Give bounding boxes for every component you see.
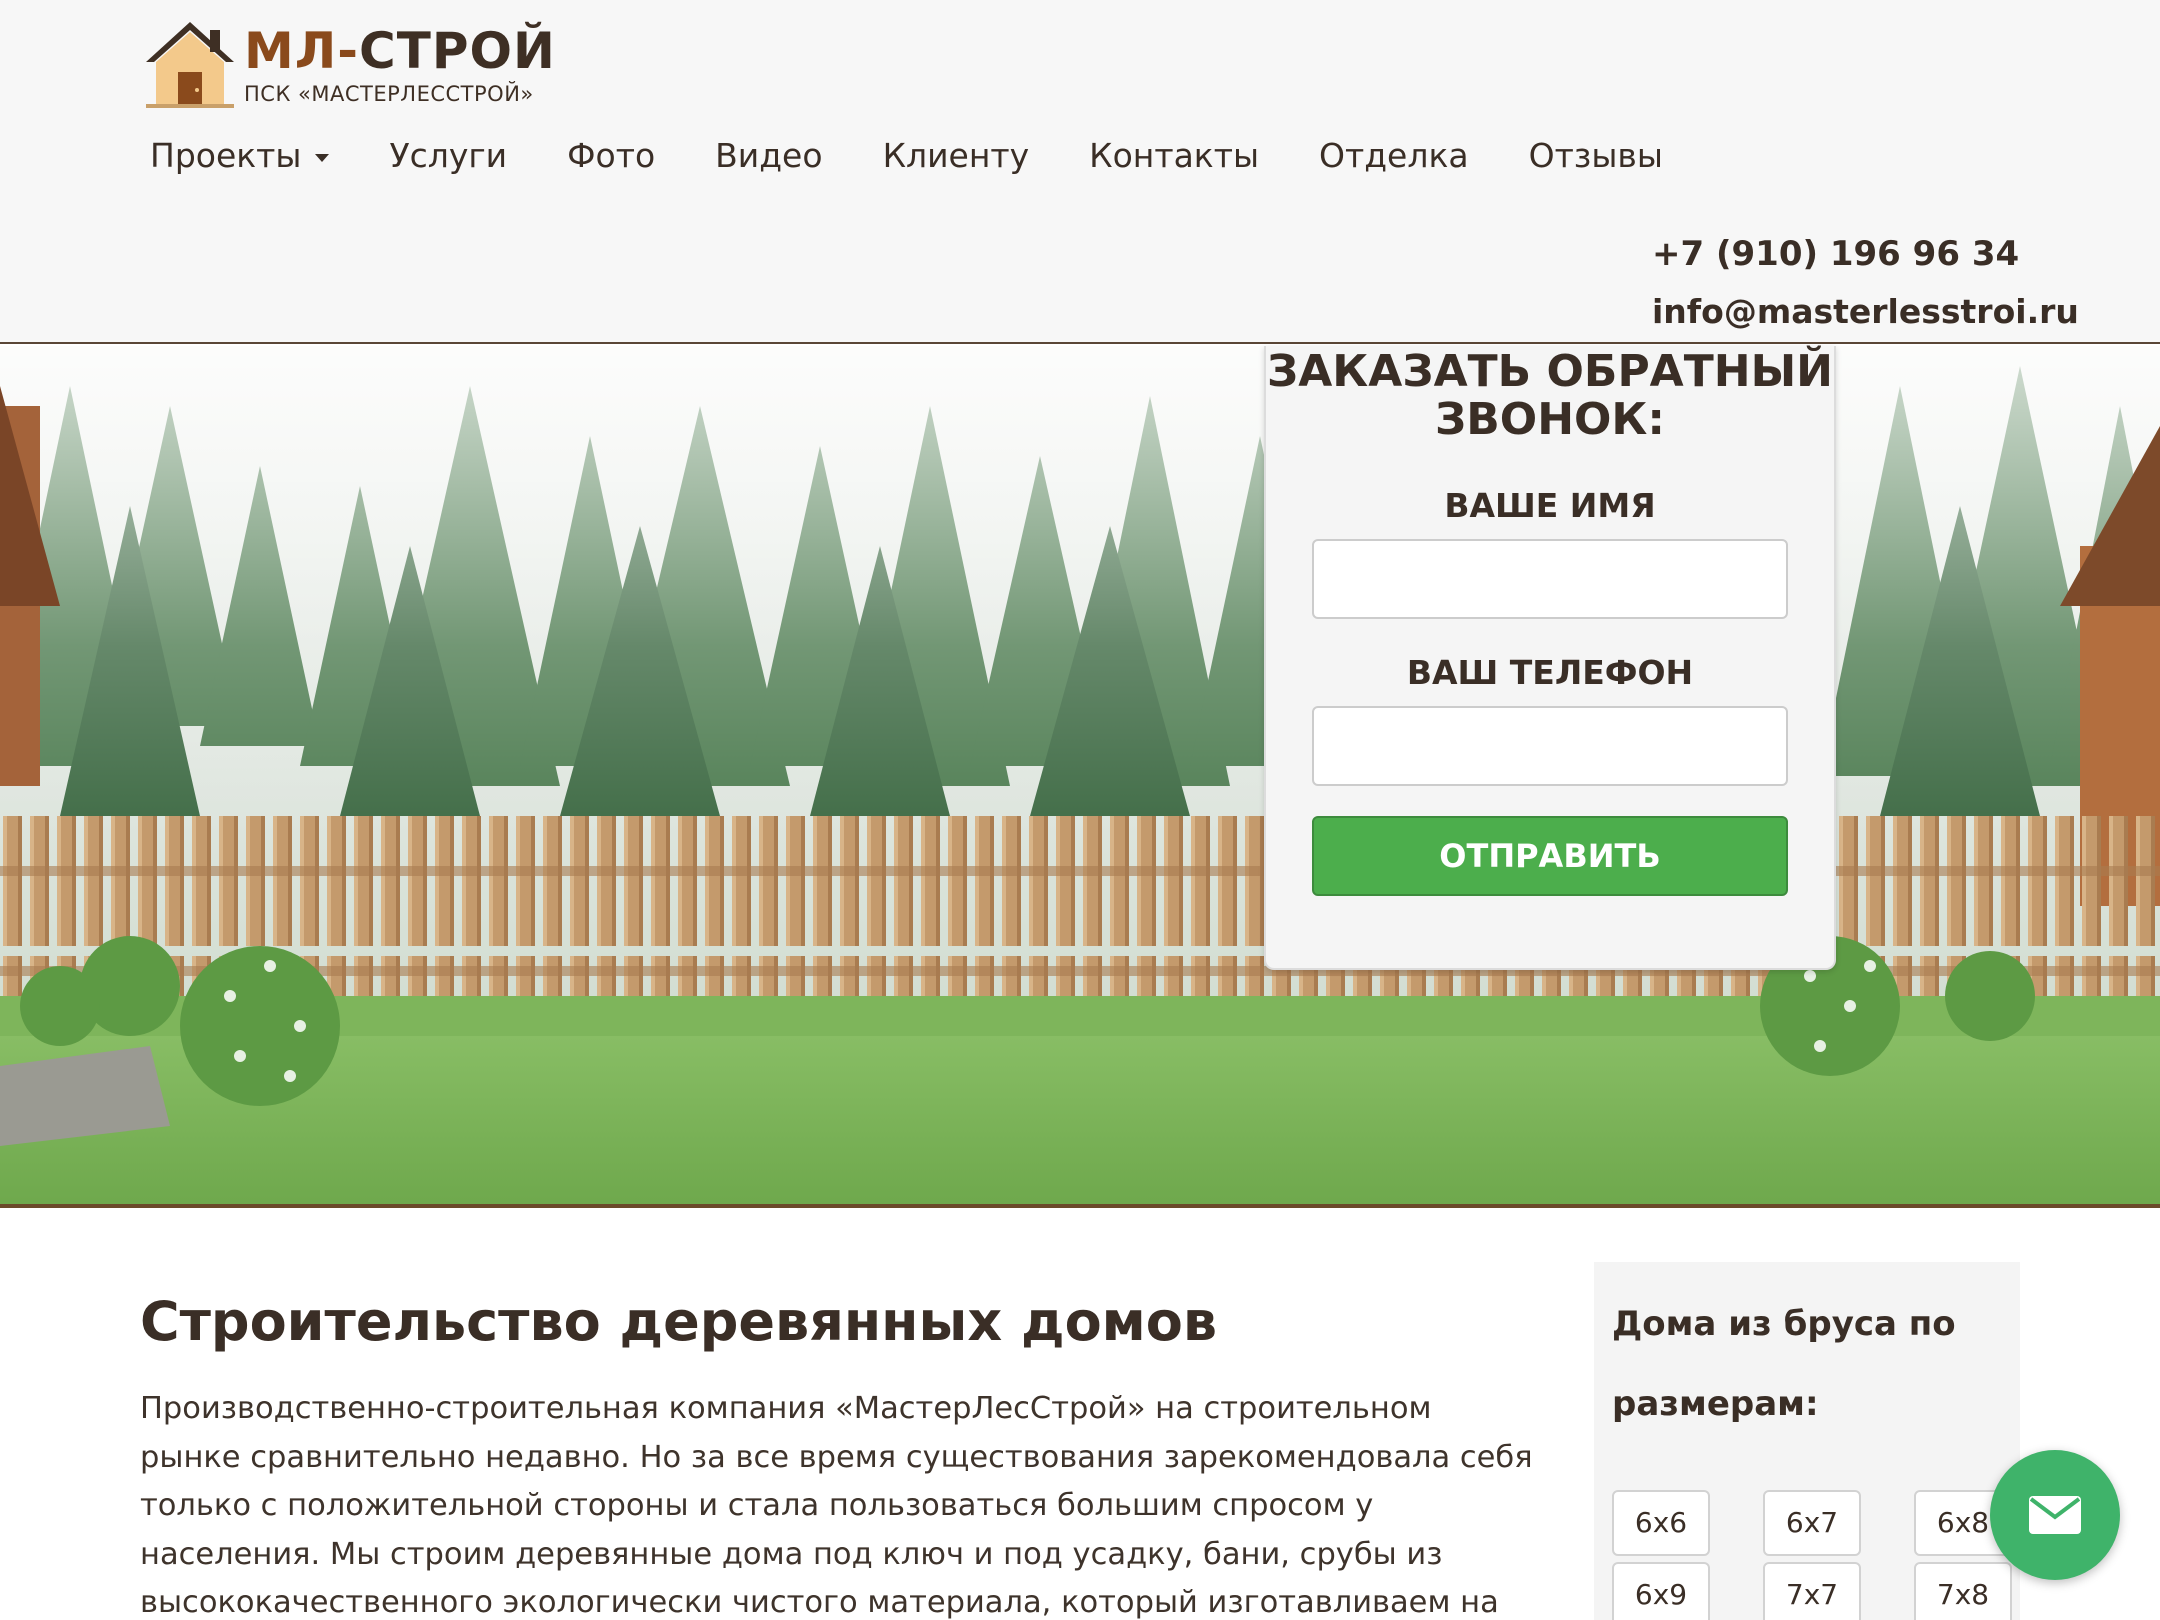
sidebar-title: Дома из бруса по размерам: (1612, 1304, 1956, 1424)
nav-item-reviews[interactable]: Отзывы (1529, 136, 1663, 175)
phone-input[interactable] (1312, 706, 1788, 786)
logo-title-ml: МЛ- (244, 22, 360, 80)
nav-item-label: Отделка (1319, 136, 1469, 175)
nav-item-label: Проекты (150, 136, 302, 175)
nav-item-photo[interactable]: Фото (567, 136, 655, 175)
envelope-icon (2029, 1496, 2081, 1534)
size-button[interactable]: 6х7 (1763, 1490, 1861, 1556)
nav-item-services[interactable]: Услуги (389, 136, 507, 175)
site-header: МЛ-СТРОЙ ПСК «МАСТЕРЛЕССТРОЙ» Проекты Ус… (0, 0, 2160, 344)
nav-item-label: Отзывы (1528, 136, 1663, 175)
main-content: Строительство деревянных домов Производс… (140, 1290, 1540, 1620)
hero-banner (0, 346, 2160, 1208)
nav-item-label: Видео (715, 136, 823, 175)
callback-form-title: ЗАКАЗАТЬ ОБРАТНЫЙ ЗВОНОК: (1266, 346, 1833, 445)
main-nav: Проекты Услуги Фото Видео Клиенту Контак… (150, 136, 1723, 175)
size-buttons-grid: 6х6 6х7 6х8 6х9 7х7 7х8 (1612, 1490, 2032, 1620)
size-button[interactable]: 6х6 (1612, 1490, 1710, 1556)
site-logo[interactable]: МЛ-СТРОЙ ПСК «МАСТЕРЛЕССТРОЙ» (142, 18, 556, 110)
caret-down-icon (315, 153, 330, 162)
intro-paragraph: Производственно-строительная компания «М… (140, 1391, 1533, 1620)
nav-item-label: Контакты (1089, 136, 1260, 175)
logo-title-rest: СТРОЙ (359, 22, 556, 80)
nav-item-label: Фото (567, 136, 656, 175)
chat-button[interactable] (1990, 1450, 2120, 1580)
header-email-link[interactable]: info@masterlesstroi.ru (1652, 292, 2079, 331)
house-sizes-sidebar: Дома из бруса по размерам: 6х6 6х7 6х8 6… (1594, 1262, 2020, 1620)
name-input[interactable] (1312, 539, 1788, 619)
submit-button[interactable]: ОТПРАВИТЬ (1312, 816, 1788, 896)
nav-item-video[interactable]: Видео (715, 136, 822, 175)
page-title: Строительство деревянных домов (140, 1290, 1218, 1353)
logo-subtitle: ПСК «МАСТЕРЛЕССТРОЙ» (244, 82, 534, 106)
name-field-label: ВАШЕ ИМЯ (1444, 486, 1656, 525)
size-button[interactable]: 7х7 (1763, 1562, 1861, 1620)
hero-background-image (0, 346, 2160, 1204)
size-button[interactable]: 7х8 (1914, 1562, 2012, 1620)
house-logo-icon (142, 18, 238, 110)
nav-item-label: Клиенту (882, 136, 1030, 175)
nav-item-contacts[interactable]: Контакты (1089, 136, 1259, 175)
header-phone-link[interactable]: +7 (910) 196 96 34 (1652, 234, 2019, 274)
phone-field-label: ВАШ ТЕЛЕФОН (1406, 653, 1694, 692)
callback-form: ЗАКАЗАТЬ ОБРАТНЫЙ ЗВОНОК: ВАШЕ ИМЯ ВАШ Т… (1264, 346, 1836, 970)
nav-item-projects[interactable]: Проекты (150, 136, 330, 175)
nav-item-client[interactable]: Клиенту (883, 136, 1030, 175)
size-button[interactable]: 6х9 (1612, 1562, 1710, 1620)
nav-item-label: Услуги (389, 136, 508, 175)
nav-item-finishing[interactable]: Отделка (1319, 136, 1469, 175)
